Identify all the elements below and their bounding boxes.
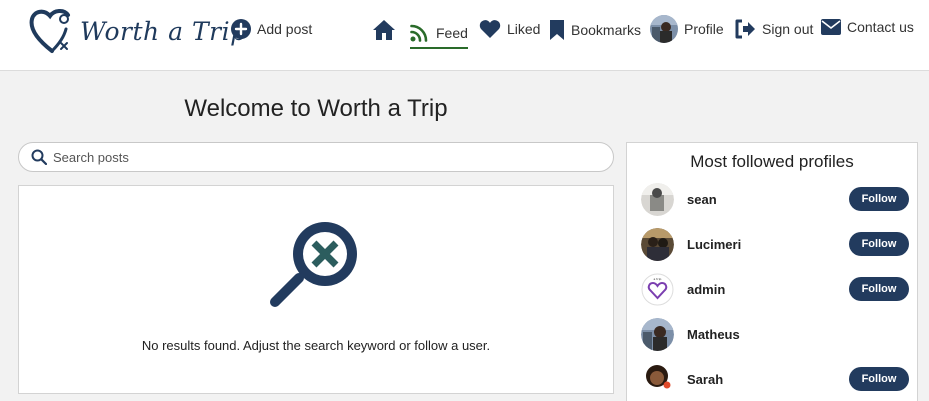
profile-name[interactable]: admin: [687, 282, 849, 297]
brand-name: Worth a Trip: [80, 16, 247, 46]
brand-logo[interactable]: Worth a Trip: [28, 6, 247, 56]
nav-feed[interactable]: Feed: [410, 19, 468, 49]
profile-row-lucimeri[interactable]: Lucimeri Follow: [641, 227, 909, 261]
profile-name[interactable]: sean: [687, 192, 849, 207]
posts-results-panel: No results found. Adjust the search keyw…: [18, 185, 614, 394]
avatar: [641, 227, 674, 261]
nav-profile-label: Profile: [684, 21, 724, 37]
avatar: a trip: [641, 272, 674, 306]
profile-avatar-icon: [650, 15, 678, 43]
rss-feed-icon: [410, 24, 428, 42]
nav-add-post-label: Add post: [257, 21, 313, 37]
sidebar-title: Most followed profiles: [690, 152, 854, 171]
nav-add-post[interactable]: Add post: [231, 19, 312, 39]
avatar: [641, 317, 674, 351]
nav-bookmarks-label: Bookmarks: [571, 22, 642, 38]
nav-contact-label: Contact us: [847, 19, 914, 35]
nav-profile[interactable]: Profile: [650, 15, 724, 43]
profile-name[interactable]: Sarah: [687, 372, 849, 387]
nav-liked[interactable]: Liked: [479, 19, 540, 39]
envelope-icon: [821, 19, 841, 35]
most-followed-sidebar: Most followed profiles sean Follow Lucim…: [626, 142, 918, 401]
follow-button[interactable]: Follow: [849, 187, 909, 211]
avatar: [641, 362, 674, 396]
sign-out-icon: [735, 19, 755, 39]
top-navbar: Worth a Trip Add post Feed Liked Bookmar…: [0, 0, 929, 71]
profile-name[interactable]: Lucimeri: [687, 237, 849, 252]
nav-bookmarks[interactable]: Bookmarks: [549, 19, 641, 41]
nav-liked-label: Liked: [507, 21, 541, 37]
avatar: [641, 182, 674, 216]
nav-home[interactable]: [372, 19, 396, 41]
nav-sign-out[interactable]: Sign out: [734, 19, 813, 39]
search-bar: [18, 142, 614, 172]
empty-state-message: No results found. Adjust the search keyw…: [141, 338, 491, 353]
nav-sign-out-label: Sign out: [762, 21, 814, 37]
search-icon: [31, 149, 47, 165]
svg-text:a trip: a trip: [654, 277, 662, 281]
profile-row-matheus[interactable]: Matheus: [641, 317, 909, 351]
plus-circle-icon: [231, 19, 251, 39]
follow-button[interactable]: Follow: [849, 232, 909, 256]
heart-logo-icon: [29, 9, 70, 53]
bookmark-icon: [550, 20, 564, 40]
magnifier-x-icon: [270, 222, 357, 307]
home-icon: [373, 20, 395, 40]
heart-icon: [479, 20, 501, 38]
nav-contact-us[interactable]: Contact us: [821, 19, 914, 35]
follow-button[interactable]: Follow: [849, 277, 909, 301]
profile-row-sarah[interactable]: Sarah Follow: [641, 362, 909, 396]
page-title: Welcome to Worth a Trip: [184, 95, 448, 122]
search-input[interactable]: [53, 149, 593, 165]
follow-button[interactable]: Follow: [849, 367, 909, 391]
profile-row-sean[interactable]: sean Follow: [641, 182, 909, 216]
nav-feed-label: Feed: [436, 25, 468, 41]
profile-row-admin[interactable]: a trip admin Follow: [641, 272, 909, 306]
profile-name[interactable]: Matheus: [687, 327, 909, 342]
